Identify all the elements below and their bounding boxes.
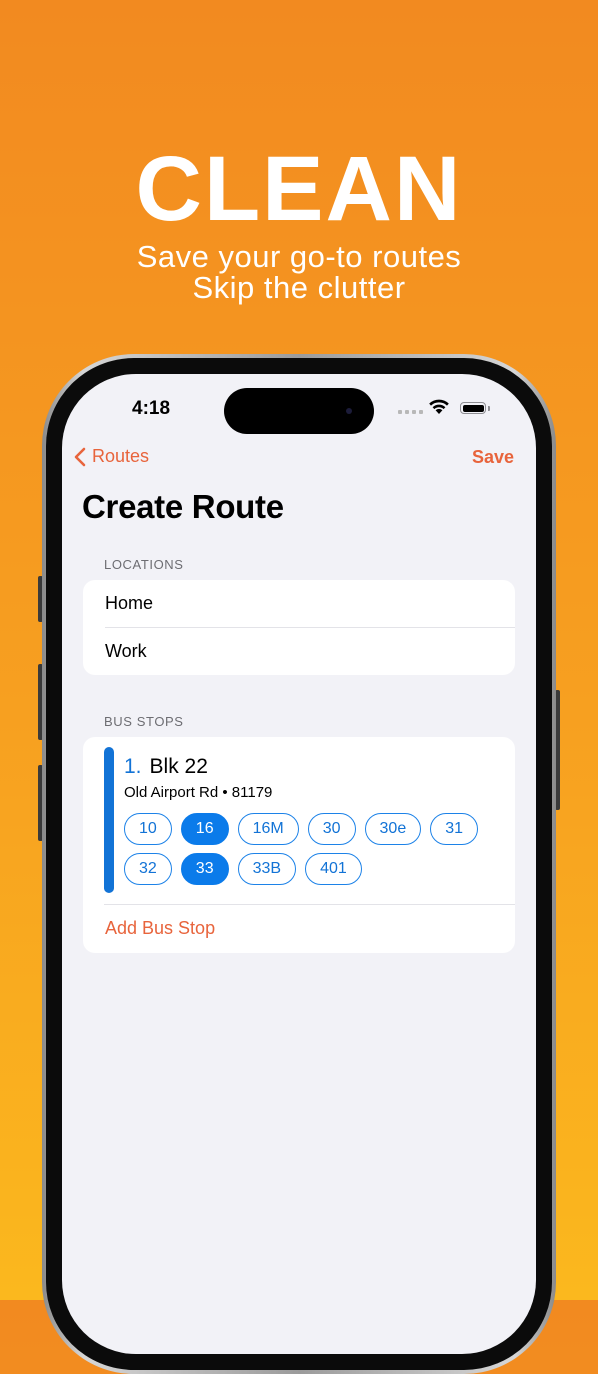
service-chip-16m[interactable]: 16M bbox=[237, 813, 299, 845]
locations-section-label: LOCATIONS bbox=[104, 557, 184, 572]
hero-subtitle-line2: Skip the clutter bbox=[192, 270, 406, 305]
battery-icon bbox=[460, 402, 486, 414]
service-chip-30[interactable]: 30 bbox=[307, 813, 356, 845]
service-chip-row-2: 32 33 33B 401 bbox=[124, 853, 362, 885]
phone-screen: 4:18 Routes Save Create Route LOCATIONS … bbox=[62, 374, 536, 1354]
save-button[interactable]: Save bbox=[472, 447, 514, 468]
stop-color-bar bbox=[104, 747, 114, 893]
hero-title: CLEAN bbox=[135, 138, 463, 240]
service-chip-31[interactable]: 31 bbox=[430, 813, 479, 845]
camera-icon bbox=[346, 408, 352, 414]
service-chip-33[interactable]: 33 bbox=[180, 853, 229, 885]
dynamic-island bbox=[224, 388, 374, 434]
battery-tip bbox=[488, 406, 490, 411]
service-chip-33b[interactable]: 33B bbox=[237, 853, 297, 885]
bus-stops-card: 1. Blk 22 Old Airport Rd • 81179 10 16 16… bbox=[83, 737, 515, 953]
card-divider bbox=[104, 904, 515, 905]
wifi-icon bbox=[428, 398, 450, 420]
chevron-left-icon bbox=[74, 447, 86, 466]
page-title: Create Route bbox=[82, 488, 284, 525]
back-button[interactable]: Routes bbox=[74, 446, 149, 467]
hero-subtitle-line1: Save your go-to routes bbox=[136, 239, 462, 274]
service-chip-30e[interactable]: 30e bbox=[364, 813, 422, 845]
service-chip-16[interactable]: 16 bbox=[180, 813, 229, 845]
locations-card: Home Work bbox=[83, 580, 515, 675]
service-chip-10[interactable]: 10 bbox=[124, 813, 172, 845]
bus-stops-section-label: BUS STOPS bbox=[104, 714, 184, 729]
service-chip-32[interactable]: 32 bbox=[124, 853, 172, 885]
location-row-home[interactable]: Home bbox=[83, 580, 515, 627]
location-row-work[interactable]: Work bbox=[105, 627, 515, 674]
add-bus-stop-button[interactable]: Add Bus Stop bbox=[105, 918, 215, 939]
back-button-label: Routes bbox=[92, 446, 150, 466]
service-chip-row-1: 10 16 16M 30 30e 31 bbox=[124, 813, 479, 845]
stop-subtitle: Old Airport Rd • 81179 bbox=[124, 784, 273, 801]
stop-name: Blk 22 bbox=[149, 755, 208, 778]
status-time: 4:18 bbox=[132, 398, 171, 419]
stop-title[interactable]: 1. Blk 22 bbox=[124, 755, 208, 779]
cellular-signal-icon bbox=[398, 410, 423, 414]
stop-number: 1. bbox=[124, 755, 142, 778]
service-chip-401[interactable]: 401 bbox=[305, 853, 362, 885]
